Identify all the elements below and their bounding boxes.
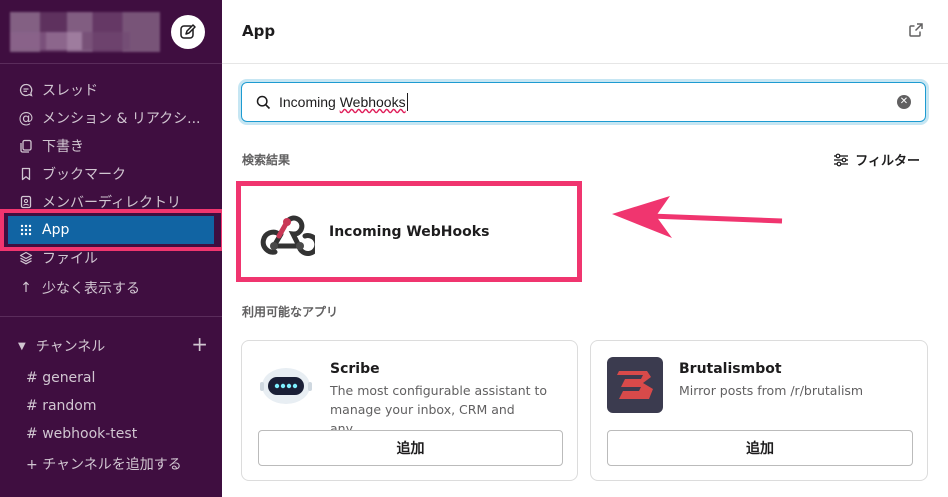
sidebar-item-label: ファイル — [42, 251, 98, 267]
sidebar-divider — [0, 63, 222, 64]
panel-header: App — [222, 0, 948, 64]
search-icon — [256, 95, 271, 110]
sidebar-item-bookmarks[interactable]: ブックマーク — [8, 160, 214, 188]
sidebar-item-mentions[interactable]: @ メンション & リアクシ... — [8, 104, 214, 132]
search-results-label: 検索結果 — [242, 153, 291, 167]
channel-name: random — [42, 398, 97, 414]
highlight-box-apps — [0, 209, 225, 251]
hash-icon: # — [26, 398, 38, 414]
clear-search-icon[interactable]: ✕ — [897, 95, 911, 109]
result-app-name: Incoming WebHooks — [329, 223, 490, 240]
app-name: Scribe — [330, 361, 380, 377]
channel-item-random[interactable]: # random — [26, 398, 97, 414]
app-name: Brutalismbot — [679, 361, 782, 377]
add-channel-link[interactable]: + チャンネルを追加する — [26, 454, 182, 474]
apps-panel: App Incoming Webhooks ✕ 検索結果 フィルター Incom… — [222, 0, 948, 497]
search-result-incoming-webhooks[interactable]: Incoming WebHooks — [236, 181, 582, 282]
open-external-icon[interactable] — [908, 22, 924, 42]
workspace-name-blurred[interactable] — [10, 12, 160, 52]
app-card-brutalismbot[interactable]: Brutalismbot Mirror posts from /r/brutal… — [590, 340, 928, 481]
webhooks-logo-icon — [257, 202, 317, 262]
compose-icon — [180, 24, 196, 39]
channel-item-general[interactable]: # general — [26, 370, 95, 386]
page-title: App — [242, 22, 276, 40]
add-channel-label: チャンネルを追加する — [42, 457, 182, 473]
app-search-input[interactable]: Incoming Webhooks ✕ — [241, 82, 926, 122]
sidebar-item-label: 下書き — [42, 139, 84, 155]
sidebar-item-label: メンション & リアクシ... — [42, 111, 201, 127]
channel-item-webhook-test[interactable]: # webhook-test — [26, 426, 137, 442]
sidebar-item-label: ブックマーク — [42, 167, 126, 183]
channels-header-label: チャンネル — [35, 339, 106, 355]
filter-label: フィルター — [855, 154, 920, 169]
add-app-button[interactable]: 追加 — [258, 430, 563, 466]
sidebar-item-label: スレッド — [42, 83, 98, 99]
drafts-icon — [18, 139, 34, 153]
arrow-up-icon: ↑ — [20, 280, 32, 296]
filter-sliders-icon — [833, 153, 849, 167]
sidebar-item-show-less[interactable]: ↑ 少なく表示する — [8, 274, 214, 302]
sidebar-item-threads[interactable]: スレッド — [8, 76, 214, 104]
search-value: Incoming Webhooks — [279, 94, 406, 110]
app-card-scribe[interactable]: Scribe The most configurable assistant t… — [241, 340, 578, 481]
compose-button[interactable] — [171, 15, 205, 49]
brutalismbot-logo-icon — [607, 357, 663, 413]
bookmark-icon — [18, 167, 34, 181]
add-channel-plus-icon[interactable]: + — [191, 332, 208, 356]
available-apps-label: 利用可能なアプリ — [242, 305, 339, 319]
add-app-button[interactable]: 追加 — [607, 430, 913, 466]
filter-button[interactable]: フィルター — [833, 150, 920, 169]
hash-icon: # — [26, 370, 38, 386]
text-cursor — [406, 93, 408, 111]
app-description: Mirror posts from /r/brutalism — [679, 383, 864, 398]
channels-section-header[interactable]: ▼ チャンネル + — [18, 332, 208, 356]
threads-icon — [18, 83, 34, 97]
caret-down-icon: ▼ — [18, 340, 26, 352]
mention-icon: @ — [18, 109, 34, 127]
sidebar-item-drafts[interactable]: 下書き — [8, 132, 214, 160]
annotation-arrow-icon — [612, 196, 783, 238]
sidebar-divider — [0, 316, 222, 317]
directory-icon — [18, 195, 34, 209]
scribe-logo-icon — [258, 357, 314, 413]
channel-name: webhook-test — [42, 426, 138, 442]
sidebar-item-label: 少なく表示する — [42, 281, 140, 297]
hash-icon: # — [26, 426, 38, 442]
plus-icon: + — [26, 457, 38, 473]
sidebar: スレッド @ メンション & リアクシ... 下書き ブックマーク メンバーディ… — [0, 0, 225, 497]
channel-name: general — [42, 370, 96, 386]
files-icon — [18, 251, 34, 265]
